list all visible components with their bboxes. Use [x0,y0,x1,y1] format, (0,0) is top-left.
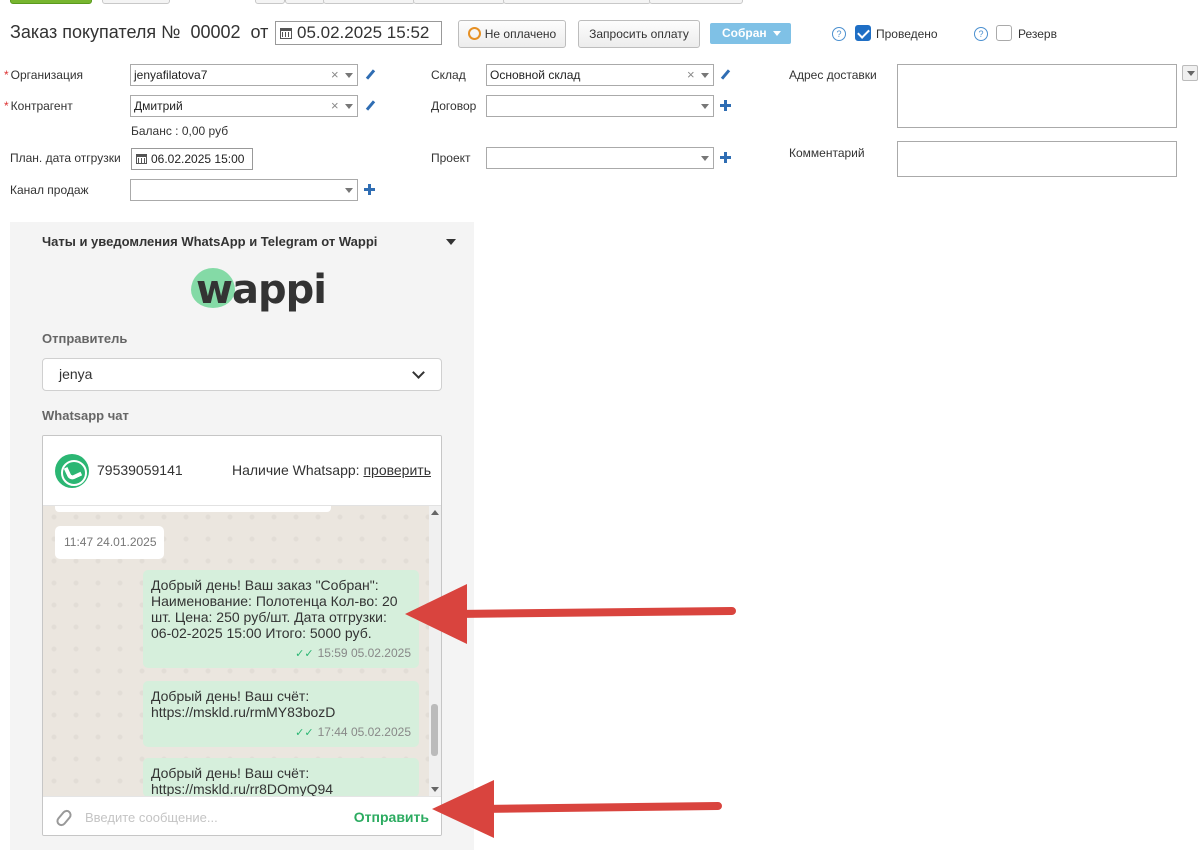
arrow-to-send [432,780,722,838]
arrow-to-message [405,584,736,644]
annotation-arrows [405,584,736,838]
